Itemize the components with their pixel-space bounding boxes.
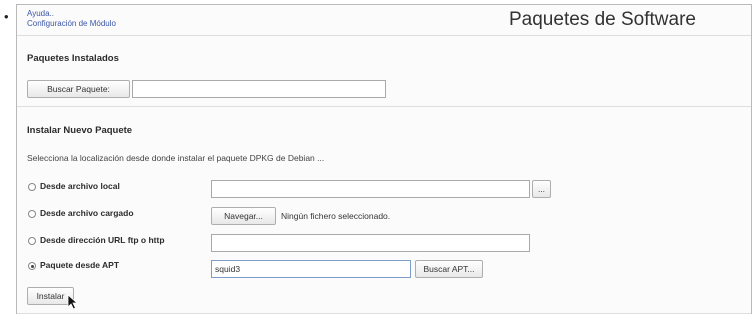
search-package-button[interactable]: Buscar Paquete: bbox=[27, 80, 130, 98]
page-title: Paquetes de Software bbox=[509, 9, 696, 30]
install-help-text: Selecciona la localización desde donde i… bbox=[27, 153, 325, 163]
webmin-module-panel: Ayuda.. Configuración de Módulo Paquetes… bbox=[16, 4, 752, 314]
radio-local-file[interactable] bbox=[28, 183, 36, 191]
url-label: Desde dirección URL ftp o http bbox=[40, 235, 165, 245]
local-file-label: Desde archivo local bbox=[40, 181, 120, 191]
local-file-browse-button[interactable]: ... bbox=[532, 180, 551, 198]
divider bbox=[17, 35, 751, 36]
mouse-cursor-icon bbox=[67, 294, 79, 310]
top-links: Ayuda.. Configuración de Módulo bbox=[27, 9, 116, 29]
uploaded-file-browse-button[interactable]: Navegar... bbox=[211, 207, 276, 225]
apt-search-button[interactable]: Buscar APT... bbox=[415, 260, 483, 278]
divider bbox=[17, 106, 751, 107]
url-input[interactable] bbox=[211, 234, 530, 252]
list-bullet: • bbox=[4, 9, 9, 24]
apt-label: Paquete desde APT bbox=[40, 260, 120, 270]
help-link[interactable]: Ayuda.. bbox=[27, 9, 116, 19]
divider bbox=[17, 313, 751, 314]
local-file-input[interactable] bbox=[211, 180, 530, 198]
module-config-link[interactable]: Configuración de Módulo bbox=[27, 19, 116, 29]
install-section-title: Instalar Nuevo Paquete bbox=[27, 125, 133, 136]
radio-url[interactable] bbox=[28, 237, 36, 245]
apt-package-input[interactable]: squid3 bbox=[211, 260, 411, 278]
uploaded-file-label: Desde archivo cargado bbox=[40, 208, 134, 218]
search-package-input[interactable] bbox=[132, 80, 386, 98]
radio-uploaded-file[interactable] bbox=[28, 210, 36, 218]
installed-section-title: Paquetes Instalados bbox=[27, 53, 119, 64]
no-file-selected-text: Ningún fichero seleccionado. bbox=[281, 211, 391, 221]
radio-apt[interactable] bbox=[28, 262, 36, 270]
